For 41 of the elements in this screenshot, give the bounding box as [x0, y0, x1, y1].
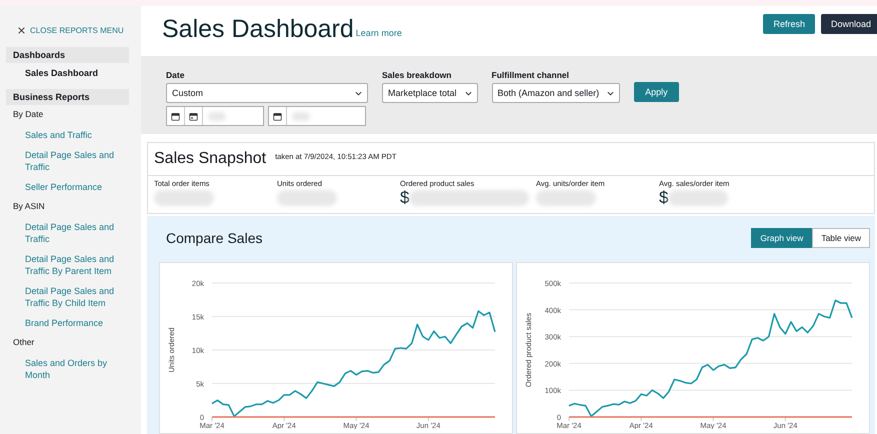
- nav-link[interactable]: Sales and Traffic: [6, 125, 141, 145]
- field-label: Fulfillment channel: [492, 70, 570, 80]
- date-dropdown[interactable]: Custom: [166, 83, 368, 103]
- apply-button[interactable]: Apply: [634, 82, 679, 102]
- page-title: Sales Dashboard: [162, 14, 354, 44]
- nav-section-heading: By ASIN: [12, 200, 46, 213]
- nav-link[interactable]: Seller Performance: [6, 177, 141, 197]
- calendar-icon: [189, 112, 198, 120]
- field-label: Sales breakdown: [382, 70, 452, 80]
- sales-breakdown-dropdown[interactable]: Marketplace total: [382, 83, 478, 103]
- calendar-icon: [273, 112, 282, 120]
- fulfillment-dropdown[interactable]: Both (Amazon and seller): [492, 83, 620, 103]
- close-menu-link[interactable]: CLOSE REPORTS MENU: [18, 26, 141, 35]
- calendar-icon: [171, 112, 180, 120]
- refresh-button[interactable]: Refresh: [763, 14, 815, 34]
- nav-link[interactable]: Detail Page Sales and Traffic By Parent Item: [6, 249, 141, 281]
- nav-link[interactable]: Detail Page Sales and Traffic: [6, 145, 141, 177]
- date-input-field[interactable]: [166, 106, 264, 126]
- nav-section-heading: By Date: [12, 108, 44, 121]
- learn-more-link[interactable]: Learn more: [356, 28, 402, 38]
- date-input-field[interactable]: [268, 106, 366, 126]
- chevron-down-icon: [607, 90, 614, 96]
- chevron-down-icon: [464, 90, 472, 96]
- nav-group-header: Dashboards: [6, 47, 129, 63]
- nav-link[interactable]: Detail Page Sales and Traffic By Child Item: [6, 281, 141, 313]
- nav-link[interactable]: Brand Performance: [6, 313, 141, 333]
- view-toggle-tab[interactable]: Graph view: [751, 228, 812, 248]
- view-toggle-tab[interactable]: Table view: [812, 228, 870, 248]
- currency-symbol: $: [400, 188, 410, 208]
- section-title: Sales Snapshot: [154, 150, 266, 168]
- close-icon: [18, 27, 25, 34]
- nav-link[interactable]: Sales and Orders by Month: [6, 353, 141, 385]
- currency-symbol: $: [659, 188, 668, 208]
- nav-link[interactable]: Sales Dashboard: [6, 63, 141, 83]
- nav-link[interactable]: Detail Page Sales and Traffic: [6, 217, 141, 249]
- field-label: Date: [166, 70, 186, 80]
- nav-group-header: Business Reports: [6, 89, 129, 105]
- download-button[interactable]: Download: [820, 14, 877, 34]
- section-title: Compare Sales: [166, 230, 262, 246]
- nav-section-heading: Other: [12, 336, 36, 349]
- chevron-down-icon: [355, 90, 362, 96]
